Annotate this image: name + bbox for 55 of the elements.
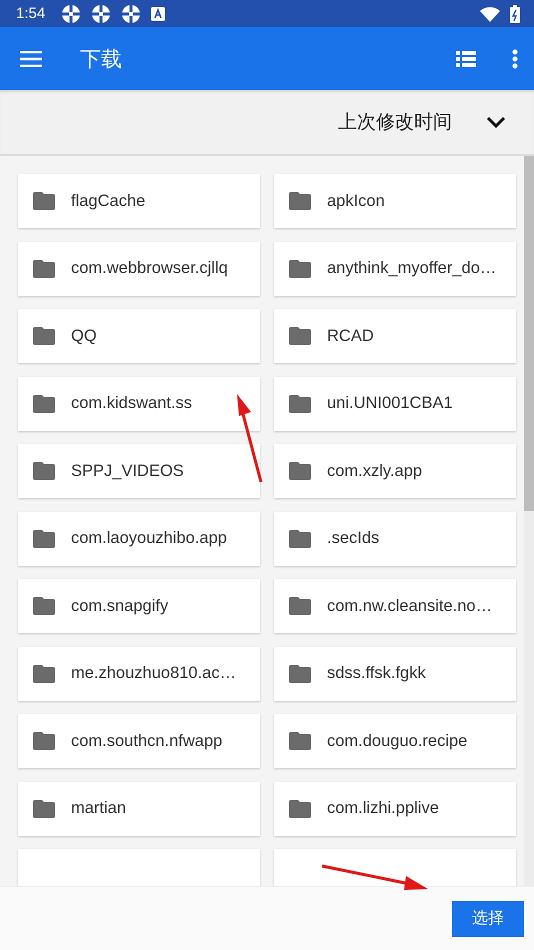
folder-icon xyxy=(33,732,55,750)
wifi-icon xyxy=(480,6,500,22)
status-time: 1:54 xyxy=(16,5,46,22)
battery-icon xyxy=(510,4,520,22)
folder-icon xyxy=(33,394,55,412)
folder-card[interactable]: com.xzly.app xyxy=(274,444,516,498)
folder-card[interactable]: com.douguo.recipe xyxy=(274,714,516,768)
aperture-icon xyxy=(121,4,142,24)
aperture-icon xyxy=(91,4,112,24)
folder-icon xyxy=(289,664,311,682)
folder-icon xyxy=(289,327,311,345)
folder-card[interactable]: com.southcn.nfwapp xyxy=(18,714,260,768)
folder-card[interactable]: flagCache xyxy=(18,174,260,228)
folder-card[interactable]: com.snapgify xyxy=(18,579,260,633)
folder-card[interactable]: apkIcon xyxy=(274,174,516,228)
folder-icon xyxy=(33,530,55,548)
folder-card[interactable]: me.zhouzhuo810.ac… xyxy=(18,646,260,700)
menu-icon[interactable] xyxy=(20,50,42,66)
folder-card[interactable]: .secIds xyxy=(274,512,516,566)
folder-icon xyxy=(289,530,311,548)
folder-card[interactable]: anythink_myoffer_do… xyxy=(274,242,516,296)
folder-icon xyxy=(289,260,311,278)
folder-card[interactable]: RCAD xyxy=(274,309,516,363)
folder-icon xyxy=(33,800,55,818)
folder-card[interactable]: com.nw.cleansite.no… xyxy=(274,579,516,633)
folder-card[interactable]: com.kidswant.ss xyxy=(18,376,260,430)
scrollbar-thumb[interactable] xyxy=(524,156,534,511)
folder-card[interactable]: uni.UNI001CBA1 xyxy=(274,376,516,430)
folder-icon xyxy=(33,597,55,615)
folder-icon xyxy=(33,260,55,278)
folder-icon xyxy=(33,327,55,345)
list-view-icon[interactable] xyxy=(456,50,476,66)
select-button[interactable]: 选择 xyxy=(452,900,524,936)
keyboard-notification-icon xyxy=(151,6,166,20)
folder-card[interactable]: QQ xyxy=(18,309,260,363)
folder-icon xyxy=(289,192,311,210)
folder-icon xyxy=(289,462,311,480)
folder-card[interactable]: com.webbrowser.cjllq xyxy=(18,242,260,296)
folder-card[interactable]: com.lizhi.pplive xyxy=(274,782,516,836)
app-bar-title: 下载 xyxy=(80,46,123,72)
folder-icon xyxy=(33,664,55,682)
folder-icon xyxy=(33,192,55,210)
folder-icon xyxy=(289,800,311,818)
folder-icon xyxy=(289,732,311,750)
folder-card[interactable]: martian xyxy=(18,782,260,836)
folder-icon xyxy=(33,462,55,480)
folder-icon xyxy=(289,394,311,412)
folder-icon xyxy=(289,597,311,615)
folder-card[interactable]: sdss.ffsk.fgkk xyxy=(274,646,516,700)
aperture-icon xyxy=(61,4,82,24)
sort-order-label[interactable]: 上次修改时间 xyxy=(338,109,452,135)
folder-card[interactable]: SPPJ_VIDEOS xyxy=(18,444,260,498)
folder-card[interactable]: com.laoyouzhibo.app xyxy=(18,512,260,566)
more-options-icon[interactable] xyxy=(512,48,518,68)
dropdown-chevron-icon[interactable] xyxy=(486,116,506,128)
